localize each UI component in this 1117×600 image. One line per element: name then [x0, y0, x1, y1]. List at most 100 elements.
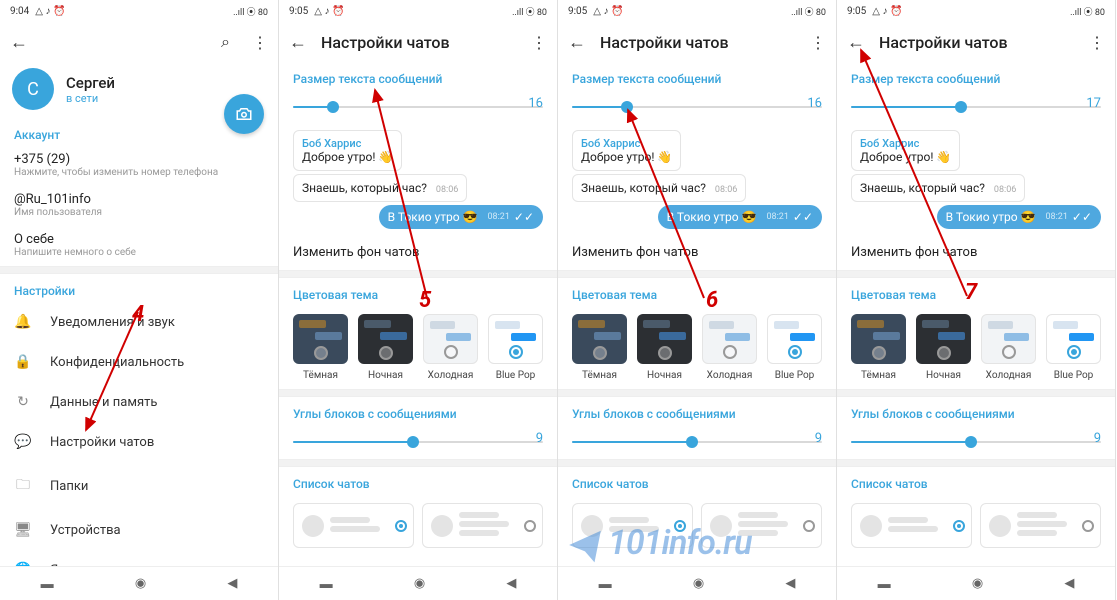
menu-icon[interactable]: ⋮ — [810, 33, 826, 52]
nav-back-icon[interactable]: ◀ — [227, 576, 237, 591]
checks-icon: ✓✓ — [793, 210, 813, 224]
theme-dark[interactable]: Тёмная — [851, 314, 906, 381]
phone-row[interactable]: +375 (29) Нажмите, чтобы изменить номер … — [0, 146, 278, 186]
avatar[interactable]: С — [12, 68, 54, 110]
chatlist-label: Список чатов — [837, 467, 1115, 495]
divider — [279, 270, 557, 278]
nav-recent-icon[interactable]: ▬ — [41, 576, 54, 592]
username-row[interactable]: @Ru_101info Имя пользователя — [0, 186, 278, 226]
text-size-label: Размер текста сообщений — [558, 62, 836, 90]
change-background-row[interactable]: Изменить фон чатов — [837, 235, 1115, 270]
item-folders[interactable]: 🗀Папки — [0, 462, 278, 510]
about-row[interactable]: О себе Напишите немного о себе — [0, 226, 278, 266]
nav-home-icon[interactable]: ◉ — [135, 576, 146, 591]
screen-chat-settings-3: 9:05△ ♪ ⏰ ..ıll ⦿ 80 ← Настройки чатов ⋮… — [558, 0, 837, 600]
theme-dark[interactable]: Тёмная — [572, 314, 627, 381]
statusbar-signal-icons: ..ıll ⦿ 80 — [512, 5, 547, 18]
settings-label: Настройки — [0, 274, 278, 302]
nav-recent-icon[interactable]: ▬ — [320, 576, 333, 592]
menu-icon[interactable]: ⋮ — [531, 33, 547, 52]
menu-icon[interactable]: ⋮ — [1089, 33, 1105, 52]
chatlist-option-2line[interactable] — [293, 503, 414, 548]
statusbar-notif-icons: △ ♪ ⏰ — [35, 6, 65, 17]
item-notifications[interactable]: 🔔Уведомления и звук — [0, 302, 278, 342]
nav-back-icon[interactable]: ◀ — [1064, 576, 1074, 591]
camera-fab[interactable] — [224, 94, 264, 134]
msg-in: Боб Харрис Доброе утро! 👋 — [851, 130, 960, 171]
header: ← Настройки чатов ⋮ — [558, 22, 836, 62]
statusbar: 9:04△ ♪ ⏰ ..ıll ⦿ 80 — [0, 0, 278, 22]
phone-sub: Нажмите, чтобы изменить номер телефона — [14, 167, 264, 178]
corners-label: Углы блоков с сообщениями — [558, 397, 836, 425]
theme-night[interactable]: Ночная — [916, 314, 971, 381]
change-background-row[interactable]: Изменить фон чатов — [279, 235, 557, 270]
statusbar-time: 9:05 — [289, 6, 308, 17]
statusbar-notif-icons: △ ♪ ⏰ — [872, 6, 902, 17]
corners-slider[interactable]: 9 — [851, 433, 1101, 451]
theme-night[interactable]: Ночная — [358, 314, 413, 381]
chatlist-option-2line[interactable] — [851, 503, 972, 548]
divider — [279, 389, 557, 397]
nav-home-icon[interactable]: ◉ — [414, 576, 425, 591]
chatlist-option-3line[interactable] — [422, 503, 543, 548]
divider — [837, 459, 1115, 467]
nav-back-icon[interactable]: ◀ — [506, 576, 516, 591]
back-icon[interactable]: ← — [10, 32, 28, 53]
theme-cold[interactable]: Холодная — [702, 314, 757, 381]
item-chat-settings[interactable]: 💬Настройки чатов — [0, 422, 278, 462]
camera-icon — [235, 105, 253, 123]
divider — [558, 389, 836, 397]
text-size-label: Размер текста сообщений — [837, 62, 1115, 90]
change-background-row[interactable]: Изменить фон чатов — [558, 235, 836, 270]
statusbar-time: 9:04 — [10, 6, 29, 17]
theme-bluepop[interactable]: Blue Pop — [1046, 314, 1101, 381]
item-privacy[interactable]: 🔒Конфиденциальность — [0, 342, 278, 382]
chatlist-option-2line[interactable] — [572, 503, 693, 548]
text-size-slider[interactable]: 17 — [851, 98, 1101, 116]
chatlist-option-3line[interactable] — [701, 503, 822, 548]
nav-home-icon[interactable]: ◉ — [693, 576, 704, 591]
chatlist-row — [279, 495, 557, 556]
corners-slider[interactable]: 9 — [572, 433, 822, 451]
item-data[interactable]: ↻Данные и память — [0, 382, 278, 422]
text-size-slider[interactable]: 16 — [572, 98, 822, 116]
divider — [837, 389, 1115, 397]
corners-value: 9 — [536, 431, 543, 446]
nav-back-icon[interactable]: ◀ — [785, 576, 795, 591]
navbar: ▬ ◉ ◀ — [279, 566, 557, 600]
back-icon[interactable]: ← — [568, 32, 586, 53]
chatlist-row — [837, 495, 1115, 556]
checks-icon: ✓✓ — [514, 210, 534, 224]
corners-label: Углы блоков с сообщениями — [279, 397, 557, 425]
theme-bluepop[interactable]: Blue Pop — [488, 314, 543, 381]
nav-recent-icon[interactable]: ▬ — [599, 576, 612, 592]
nav-home-icon[interactable]: ◉ — [972, 576, 983, 591]
statusbar-notif-icons: △ ♪ ⏰ — [593, 6, 623, 17]
item-devices[interactable]: 🖥Устройства — [0, 510, 278, 550]
text-size-slider[interactable]: 16 — [293, 98, 543, 116]
themes-row: Тёмная Ночная Холодная Blue Pop — [837, 306, 1115, 389]
profile-row: С Сергей в сети — [0, 62, 278, 118]
divider — [558, 459, 836, 467]
back-icon[interactable]: ← — [847, 32, 865, 53]
corners-value: 9 — [1094, 431, 1101, 446]
theme-cold[interactable]: Холодная — [423, 314, 478, 381]
theme-cold[interactable]: Холодная — [981, 314, 1036, 381]
back-icon[interactable]: ← — [289, 32, 307, 53]
theme-night[interactable]: Ночная — [637, 314, 692, 381]
nav-recent-icon[interactable]: ▬ — [878, 576, 891, 592]
profile-name: Сергей — [66, 74, 115, 92]
search-icon[interactable]: ⌕ — [221, 32, 230, 52]
corners-slider[interactable]: 9 — [293, 433, 543, 451]
screen-profile: 9:04△ ♪ ⏰ ..ıll ⦿ 80 ← ⌕ ⋮ С Сергей в се… — [0, 0, 279, 600]
chatlist-option-3line[interactable] — [980, 503, 1101, 548]
menu-icon[interactable]: ⋮ — [252, 33, 268, 52]
chat-preview: Боб Харрис Доброе утро! 👋 Знаешь, которы… — [837, 124, 1115, 235]
header: ← ⌕ ⋮ — [0, 22, 278, 62]
page-title: Настройки чатов — [321, 33, 517, 52]
msg-out: В Токио утро 😎 08:21 ✓✓ — [379, 205, 543, 229]
statusbar-signal-icons: ..ıll ⦿ 80 — [791, 5, 826, 18]
header: ← Настройки чатов ⋮ — [837, 22, 1115, 62]
theme-bluepop[interactable]: Blue Pop — [767, 314, 822, 381]
theme-dark[interactable]: Тёмная — [293, 314, 348, 381]
